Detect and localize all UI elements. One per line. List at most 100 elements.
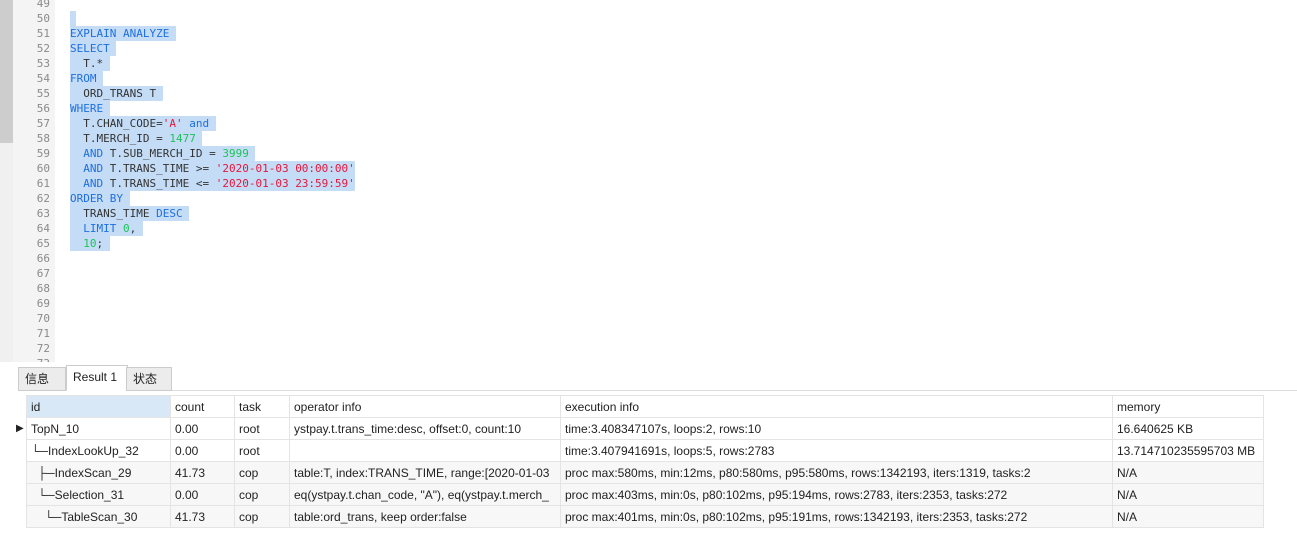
cell-task[interactable]: cop (234, 461, 290, 484)
code-token: T.* (70, 57, 110, 70)
line-number: 57 (36, 117, 50, 130)
table-row[interactable]: ├─IndexScan_29 41.73 cop table:T, index:TRA… (16, 461, 1264, 484)
cell-execution-info[interactable]: proc max:401ms, min:0s, p80:102ms, p95:1… (560, 505, 1113, 528)
code-token: AND (83, 162, 104, 175)
cell-execution-info[interactable]: time:3.408347107s, loops:2, rows:10 (560, 417, 1113, 440)
line-number: 60 (36, 162, 50, 175)
code-token: 3999 (222, 147, 256, 160)
code-token: FROM (70, 72, 104, 85)
line-number: 51 (36, 27, 50, 40)
line-number: 58 (36, 132, 50, 145)
code-token: ORD_TRANS T (70, 87, 163, 100)
line-number: 66 (36, 252, 50, 265)
code-token: '2020-01-03 23:59:59' (215, 177, 355, 190)
cell-memory[interactable]: N/A (1112, 461, 1264, 484)
cell-count[interactable]: 41.73 (170, 461, 235, 484)
line-number: 70 (36, 312, 50, 325)
line-number: 61 (36, 177, 50, 190)
code-token: 10 (83, 237, 97, 250)
code-token: T.SUB_MERCH_ID = (103, 147, 223, 160)
cell-count[interactable]: 41.73 (170, 505, 235, 528)
line-number: 62 (36, 192, 50, 205)
table-row[interactable]: └─IndexLookUp_32 0.00 root time:3.407941691… (16, 439, 1264, 462)
cell-task[interactable]: cop (234, 483, 290, 506)
code-text: AND T.SUB_MERCH_ID = 3999 (70, 146, 256, 161)
column-header-execution-info[interactable]: execution info (560, 395, 1113, 418)
cell-operator-info[interactable]: ystpay.t.trans_time:desc, offset:0, coun… (289, 417, 561, 440)
row-indicator (16, 483, 27, 506)
code-text: EXPLAIN ANALYZE (70, 26, 176, 41)
cell-count[interactable]: 0.00 (170, 417, 235, 440)
editor-scrollbar-thumb[interactable] (0, 0, 13, 143)
code-text: AND T.TRANS_TIME >= '2020-01-03 00:00:00… (70, 161, 355, 176)
row-indicator (16, 505, 27, 528)
code-token: , (129, 222, 143, 235)
code-token: DESC (156, 207, 190, 220)
grid-header-row: id count task operator info execution in… (16, 395, 1264, 418)
cell-count[interactable]: 0.00 (170, 483, 235, 506)
cell-memory[interactable]: 16.640625 KB (1112, 417, 1264, 440)
code-token: WHERE (70, 102, 110, 115)
cell-id[interactable]: └─Selection_31 (26, 483, 171, 506)
code-text (70, 11, 76, 26)
code-token: ; (96, 237, 110, 250)
code-token: 'A' (162, 117, 183, 130)
code-text: 10; (70, 236, 110, 251)
cell-execution-info[interactable]: time:3.407941691s, loops:5, rows:2783 (560, 439, 1113, 462)
line-number: 72 (36, 342, 50, 355)
cell-operator-info[interactable] (289, 439, 561, 462)
code-token: TRANS_TIME (70, 207, 157, 220)
cell-id[interactable]: └─IndexLookUp_32 (26, 439, 171, 462)
tab-info[interactable]: 信息 (18, 367, 66, 391)
table-row[interactable]: ▶ TopN_10 0.00 root ystpay.t.trans_time:desc… (16, 417, 1264, 440)
cell-id[interactable]: TopN_10 (26, 417, 171, 440)
tab-status[interactable]: 状态 (126, 367, 172, 391)
cell-task[interactable]: cop (234, 505, 290, 528)
editor-scrollbar-track[interactable] (0, 143, 13, 362)
line-number: 59 (36, 147, 50, 160)
cell-id[interactable]: └─TableScan_30 (26, 505, 171, 528)
column-header-operator-info[interactable]: operator info (289, 395, 561, 418)
tab-result-1[interactable]: Result 1 (66, 365, 128, 391)
cell-memory[interactable]: N/A (1112, 483, 1264, 506)
code-text: WHERE (70, 101, 110, 116)
column-header-count[interactable]: count (170, 395, 235, 418)
line-number: 71 (36, 327, 50, 340)
cell-execution-info[interactable]: proc max:403ms, min:0s, p80:102ms, p95:1… (560, 483, 1113, 506)
cell-operator-info[interactable]: eq(ystpay.t.chan_code, "A"), eq(ystpay.t… (289, 483, 561, 506)
code-text: AND T.TRANS_TIME <= '2020-01-03 23:59:59… (70, 176, 355, 191)
table-row[interactable]: └─Selection_31 0.00 cop eq(ystpay.t.chan_co… (16, 483, 1264, 506)
code-token: AND (83, 177, 104, 190)
code-token: T.TRANS_TIME >= (103, 162, 216, 175)
cell-memory[interactable]: N/A (1112, 505, 1264, 528)
cell-memory[interactable]: 13.714710235595703 MB (1112, 439, 1264, 462)
line-number: 73 (14, 356, 50, 362)
cell-operator-info[interactable]: table:T, index:TRANS_TIME, range:[2020-0… (289, 461, 561, 484)
line-number: 50 (36, 12, 50, 25)
cell-id[interactable]: ├─IndexScan_29 (26, 461, 171, 484)
cell-count[interactable]: 0.00 (170, 439, 235, 462)
cell-task[interactable]: root (234, 417, 290, 440)
row-indicator: ▶ (16, 417, 27, 440)
line-number: 67 (36, 267, 50, 280)
code-text: ORD_TRANS T (70, 86, 163, 101)
sql-editor[interactable]: 49 50 51 EXPLAIN ANALYZE 52 SELECT 53 T.* 54… (0, 0, 1297, 362)
column-header-memory[interactable]: memory (1112, 395, 1264, 418)
table-row[interactable]: └─TableScan_30 41.73 cop table:ord_trans, k… (16, 505, 1264, 528)
column-header-task[interactable]: task (234, 395, 290, 418)
line-number: 49 (36, 0, 50, 10)
code-text: SELECT (70, 41, 117, 56)
code-token: SELECT (70, 42, 117, 55)
cell-execution-info[interactable]: proc max:580ms, min:12ms, p80:580ms, p95… (560, 461, 1113, 484)
cell-operator-info[interactable]: table:ord_trans, keep order:false (289, 505, 561, 528)
code-token: AND (83, 147, 104, 160)
cell-task[interactable]: root (234, 439, 290, 462)
code-text: ORDER BY (70, 191, 130, 206)
column-header-id[interactable]: id (26, 395, 171, 418)
code-token: ORDER BY (70, 192, 130, 205)
